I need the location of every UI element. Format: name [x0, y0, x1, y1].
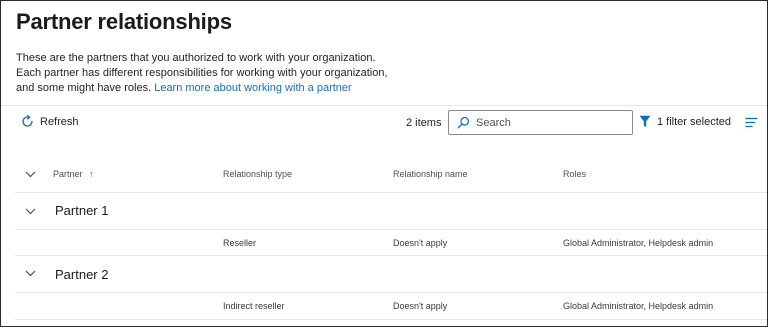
row-divider: [15, 255, 767, 256]
group-divider: [15, 292, 767, 293]
description-line-3: and some might have roles. Learn more ab…: [16, 81, 436, 96]
toolbar-divider: [1, 105, 767, 106]
partner-relationships-panel: Partner relationships These are the part…: [0, 0, 768, 327]
page-title: Partner relationships: [16, 9, 232, 34]
description-line-2: Each partner has different responsibilit…: [16, 67, 388, 79]
item-count: 2 items: [406, 117, 442, 129]
filter-icon: [639, 115, 651, 127]
column-header-roles[interactable]: Roles: [563, 169, 586, 183]
cell-relationship-name: Doesn't apply: [393, 238, 448, 248]
column-header-relationship-type[interactable]: Relationship type: [223, 169, 292, 183]
learn-more-link[interactable]: Learn more about working with a partner: [154, 82, 352, 94]
search-icon: [457, 116, 470, 129]
group-header-partner-2[interactable]: Partner 2: [55, 267, 108, 282]
refresh-button[interactable]: Refresh: [21, 115, 79, 128]
column-header-relationship-name[interactable]: Relationship name: [393, 169, 468, 183]
description-line-1: These are the partners that you authoriz…: [16, 52, 376, 64]
group-1-chevron-down-icon[interactable]: [25, 208, 36, 215]
group-2-chevron-down-icon[interactable]: [25, 270, 36, 277]
search-box[interactable]: [448, 110, 633, 135]
cell-roles: Global Administrator, Helpdesk admin: [563, 301, 714, 311]
row-divider: [15, 319, 767, 320]
cell-relationship-type: Indirect reseller: [223, 301, 285, 311]
filter-button[interactable]: 1 filter selected: [639, 115, 731, 128]
cell-relationship-name: Doesn't apply: [393, 301, 448, 311]
filter-label: 1 filter selected: [657, 115, 731, 128]
column-header-partner-label: Partner: [53, 169, 83, 179]
sort-ascending-icon: ↑: [89, 169, 94, 179]
cell-relationship-type: Reseller: [223, 238, 257, 248]
description-line-3-text: and some might have roles.: [16, 82, 152, 94]
menu-icon[interactable]: [745, 117, 758, 128]
group-header-partner-1[interactable]: Partner 1: [55, 203, 108, 218]
group-divider: [15, 229, 767, 230]
column-header-partner[interactable]: Partner ↑: [53, 169, 94, 183]
cell-roles: Global Administrator, Helpdesk admin: [563, 238, 714, 248]
collapse-all-chevron-down-icon[interactable]: [25, 171, 36, 178]
refresh-icon: [22, 115, 33, 127]
refresh-label: Refresh: [40, 115, 79, 128]
page-description: These are the partners that you authoriz…: [16, 51, 436, 96]
search-input[interactable]: [476, 116, 626, 129]
header-divider: [15, 192, 767, 193]
toolbar: Refresh 2 items 1 filter selected: [1, 109, 767, 137]
